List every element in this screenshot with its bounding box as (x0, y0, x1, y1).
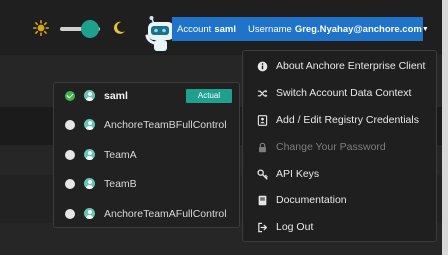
context-item-label: AnchoreTeamBFullControl (104, 119, 227, 131)
context-item-teama[interactable]: TeamA (54, 142, 239, 168)
user-dropdown-menu: About Anchore Enterprise Client Switch A… (242, 50, 437, 242)
shuffle-icon (257, 89, 268, 98)
menu-item-label: Switch Account Data Context (276, 87, 412, 99)
menu-item-switch-context[interactable]: Switch Account Data Context (243, 80, 436, 107)
moon-icon[interactable] (111, 20, 127, 36)
caret-down-icon: ▼ (421, 25, 429, 33)
context-item-label: TeamB (104, 178, 137, 190)
menu-item-about[interactable]: About Anchore Enterprise Client (243, 53, 436, 80)
context-item-saml[interactable]: saml Actual (54, 83, 239, 109)
radio-icon[interactable] (65, 120, 75, 130)
key-icon (257, 169, 268, 180)
username-label: Username (247, 23, 292, 35)
user-icon (84, 178, 95, 189)
account-label: Account (177, 23, 212, 35)
menu-item-registry-credentials[interactable]: Add / Edit Registry Credentials (243, 107, 436, 134)
menu-item-label: Log Out (276, 221, 314, 233)
actual-badge: Actual (186, 89, 232, 103)
context-item-anchoreteambfullcontrol[interactable]: AnchoreTeamBFullControl (54, 112, 239, 138)
book-icon (258, 195, 267, 206)
radio-icon[interactable] (65, 150, 75, 160)
lock-icon (259, 142, 266, 153)
user-icon (84, 149, 95, 160)
context-item-teamb[interactable]: TeamB (54, 171, 239, 197)
menu-item-documentation[interactable]: Documentation (243, 187, 436, 214)
menu-item-label: Add / Edit Registry Credentials (276, 114, 419, 126)
context-item-label: AnchoreTeamAFullControl (104, 208, 227, 220)
menu-item-label: API Keys (276, 168, 320, 180)
menu-item-api-keys[interactable]: API Keys (243, 161, 436, 188)
context-item-label: saml (104, 90, 128, 102)
account-menu-button[interactable]: Account saml Username Greg.Nyahay@anchor… (172, 17, 429, 41)
radio-icon[interactable] (65, 209, 75, 219)
window-edge (442, 0, 448, 255)
context-item-anchoreteamafullcontrol[interactable]: AnchoreTeamAFullControl (54, 201, 239, 227)
menu-item-change-password[interactable]: Change Your Password (243, 134, 436, 161)
radio-icon[interactable] (65, 179, 75, 189)
info-circle-icon (257, 61, 268, 72)
user-icon (84, 90, 95, 101)
user-icon (84, 208, 95, 219)
menu-item-label: Documentation (276, 194, 347, 206)
theme-switch-knob[interactable] (81, 20, 99, 38)
radio-checked-icon[interactable] (65, 91, 75, 101)
logout-icon (258, 222, 268, 233)
id-card-icon (257, 115, 268, 126)
context-item-label: TeamA (104, 149, 137, 161)
menu-item-label: Change Your Password (276, 141, 386, 153)
account-value: saml (214, 23, 236, 35)
sun-icon[interactable] (33, 20, 49, 36)
menu-item-logout[interactable]: Log Out (243, 214, 436, 241)
user-icon (84, 119, 95, 130)
menu-item-label: About Anchore Enterprise Client (276, 60, 426, 72)
username-value: Greg.Nyahay@anchore.com (294, 23, 422, 35)
account-context-menu: saml Actual AnchoreTeamBFullControl Team… (53, 82, 240, 228)
